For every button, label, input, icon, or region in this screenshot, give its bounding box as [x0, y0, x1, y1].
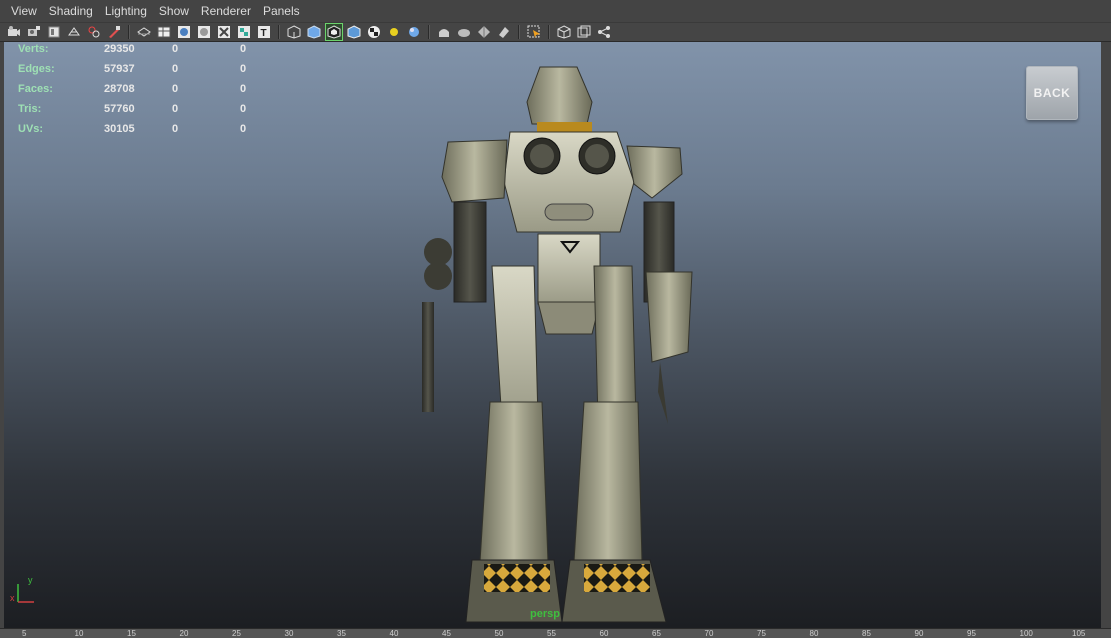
- hud-value: 0: [240, 63, 247, 75]
- hud-value: 57937: [104, 63, 135, 75]
- hud-row-tris: Tris: 57760 0 0: [18, 102, 280, 122]
- axis-y-label: y: [28, 575, 33, 585]
- light-bulb-icon[interactable]: [346, 24, 362, 40]
- flat-shade-icon[interactable]: [176, 24, 192, 40]
- menu-show[interactable]: Show: [153, 0, 195, 22]
- hud-value: 0: [172, 43, 179, 55]
- smooth-shade-icon[interactable]: [156, 24, 172, 40]
- cursor-select-icon[interactable]: [526, 24, 542, 40]
- texture-icon[interactable]: T: [256, 24, 272, 40]
- wireframe-on-shaded-icon[interactable]: [286, 24, 302, 40]
- bookmark-icon[interactable]: [26, 24, 42, 40]
- backface-icon[interactable]: [456, 24, 472, 40]
- robot-left-leg: [479, 401, 549, 563]
- share-icon[interactable]: [596, 24, 612, 40]
- robot-left-shoulder: [441, 139, 508, 203]
- menu-lighting[interactable]: Lighting: [99, 0, 153, 22]
- hud-value: 0: [172, 103, 179, 115]
- camera-attributes-icon[interactable]: [6, 24, 22, 40]
- hud-value: 28708: [104, 83, 135, 95]
- robot-head: [526, 66, 593, 125]
- wireframe-icon[interactable]: [136, 24, 152, 40]
- menu-panels[interactable]: Panels: [257, 0, 306, 22]
- hud-row-verts: Verts: 29350 0 0: [18, 42, 280, 62]
- hud-value: 0: [172, 83, 179, 95]
- svg-text:T: T: [261, 28, 267, 39]
- hud-label: Verts:: [18, 43, 49, 55]
- select-camera-icon[interactable]: [476, 24, 492, 40]
- hud-row-edges: Edges: 57937 0 0: [18, 62, 280, 82]
- menu-shading[interactable]: Shading: [43, 0, 99, 22]
- robot-right-leg: [573, 401, 643, 563]
- xray-icon[interactable]: [306, 24, 322, 40]
- hud-value: 29350: [104, 43, 135, 55]
- hud-value: 57760: [104, 103, 135, 115]
- xray-joints-icon[interactable]: [406, 24, 422, 40]
- poly-count-hud: Verts: 29350 0 0 Edges: 57937 0 0 Faces:…: [18, 42, 280, 142]
- menu-view[interactable]: View: [5, 0, 43, 22]
- isolate-select-icon[interactable]: [386, 24, 402, 40]
- axis-gizmo: y x: [10, 575, 34, 603]
- shaded-icon[interactable]: [236, 24, 252, 40]
- bounding-box-icon[interactable]: [196, 24, 212, 40]
- hud-value: 0: [240, 103, 247, 115]
- robot-model[interactable]: [412, 62, 702, 628]
- resolution-gate-icon[interactable]: [106, 24, 122, 40]
- menu-bar: View Shading Lighting Show Renderer Pane…: [0, 0, 1111, 22]
- frame-all-icon[interactable]: [556, 24, 572, 40]
- image-plane-icon[interactable]: [46, 24, 62, 40]
- xray-active-icon[interactable]: [436, 24, 452, 40]
- hud-value: 0: [172, 63, 179, 75]
- menu-renderer[interactable]: Renderer: [195, 0, 257, 22]
- camera-name-label: persp: [530, 608, 560, 620]
- hud-value: 0: [240, 83, 247, 95]
- axis-x-label: x: [10, 593, 15, 603]
- hud-label: Tris:: [18, 103, 42, 115]
- default-lighting-icon[interactable]: [325, 23, 343, 41]
- points-icon[interactable]: [216, 24, 232, 40]
- ambient-occlusion-icon[interactable]: [496, 24, 512, 40]
- hud-value: 0: [240, 43, 247, 55]
- panel-toolbar: T: [0, 22, 1111, 42]
- shadow-icon[interactable]: [366, 24, 382, 40]
- grid-icon[interactable]: [66, 24, 82, 40]
- toolbar-separator: [128, 25, 130, 39]
- film-gate-icon[interactable]: [86, 24, 102, 40]
- toolbar-separator: [278, 25, 280, 39]
- hud-value: 30105: [104, 123, 135, 135]
- hud-label: Edges:: [18, 63, 55, 75]
- frame-selection-icon[interactable]: [576, 24, 592, 40]
- hud-row-faces: Faces: 28708 0 0: [18, 82, 280, 102]
- view-cube-back-button[interactable]: BACK: [1026, 66, 1078, 120]
- hud-row-uvs: UVs: 30105 0 0: [18, 122, 280, 142]
- toolbar-separator: [428, 25, 430, 39]
- hud-label: Faces:: [18, 83, 53, 95]
- perspective-viewport[interactable]: Verts: 29350 0 0 Edges: 57937 0 0 Faces:…: [4, 42, 1101, 628]
- toolbar-separator: [548, 25, 550, 39]
- hud-label: UVs:: [18, 123, 44, 135]
- hud-value: 0: [240, 123, 247, 135]
- toolbar-separator: [518, 25, 520, 39]
- hud-value: 0: [172, 123, 179, 135]
- robot-right-shoulder: [626, 145, 683, 199]
